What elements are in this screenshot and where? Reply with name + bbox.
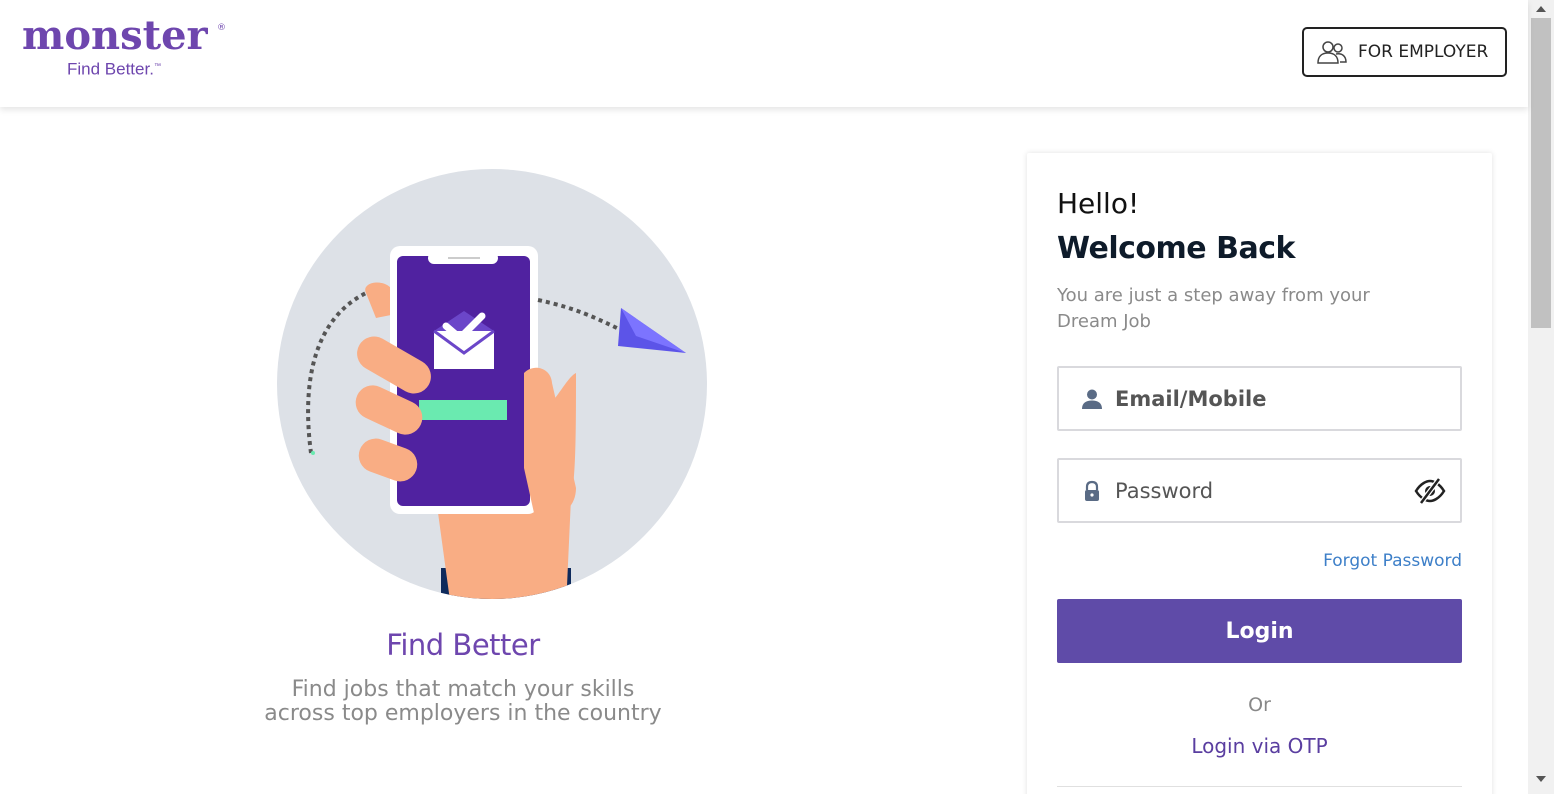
monster-logo[interactable]: monster ® Find Better.™ [22,12,232,80]
email-input[interactable] [1115,378,1460,419]
eye-slash-icon[interactable] [1414,475,1446,507]
login-button[interactable]: Login [1057,599,1462,663]
scroll-thumb[interactable] [1531,18,1551,328]
site-header: monster ® Find Better.™ FOR EMPLOYER [0,0,1528,107]
lock-icon [1085,480,1099,501]
logo-trademark: ™ [153,63,161,70]
page-scrollbar[interactable] [1528,0,1554,794]
or-separator: Or [1248,694,1271,716]
logo-registered-mark: ® [217,23,226,33]
password-input[interactable] [1115,470,1414,511]
users-icon [1317,41,1347,64]
scroll-up-arrow-icon[interactable] [1536,6,1546,12]
for-employer-button[interactable]: FOR EMPLOYER [1302,27,1507,77]
hero-title: Find Better [386,628,540,662]
for-employer-label: FOR EMPLOYER [1358,42,1489,62]
scroll-down-arrow-icon[interactable] [1536,776,1546,782]
greeting-text: Hello! [1057,187,1140,220]
logo-wordmark: monster [22,12,208,59]
logo-tagline: Find Better.™ [67,57,161,80]
phone-hand-illustration [277,169,707,599]
login-tagline: You are just a step away from your Dream… [1057,285,1370,332]
divider [1057,786,1462,787]
login-via-otp-link[interactable]: Login via OTP [1057,734,1462,758]
password-field[interactable] [1057,458,1462,523]
logo-tagline-text: Find Better. [67,59,154,79]
forgot-password-link[interactable]: Forgot Password [1323,551,1462,571]
welcome-heading: Welcome Back [1057,231,1295,266]
email-field[interactable] [1057,366,1462,431]
user-icon [1082,389,1102,409]
login-card: Hello! Welcome Back You are just a step … [1027,153,1492,794]
hero-subtitle: Find jobs that match your skills across … [264,677,662,726]
